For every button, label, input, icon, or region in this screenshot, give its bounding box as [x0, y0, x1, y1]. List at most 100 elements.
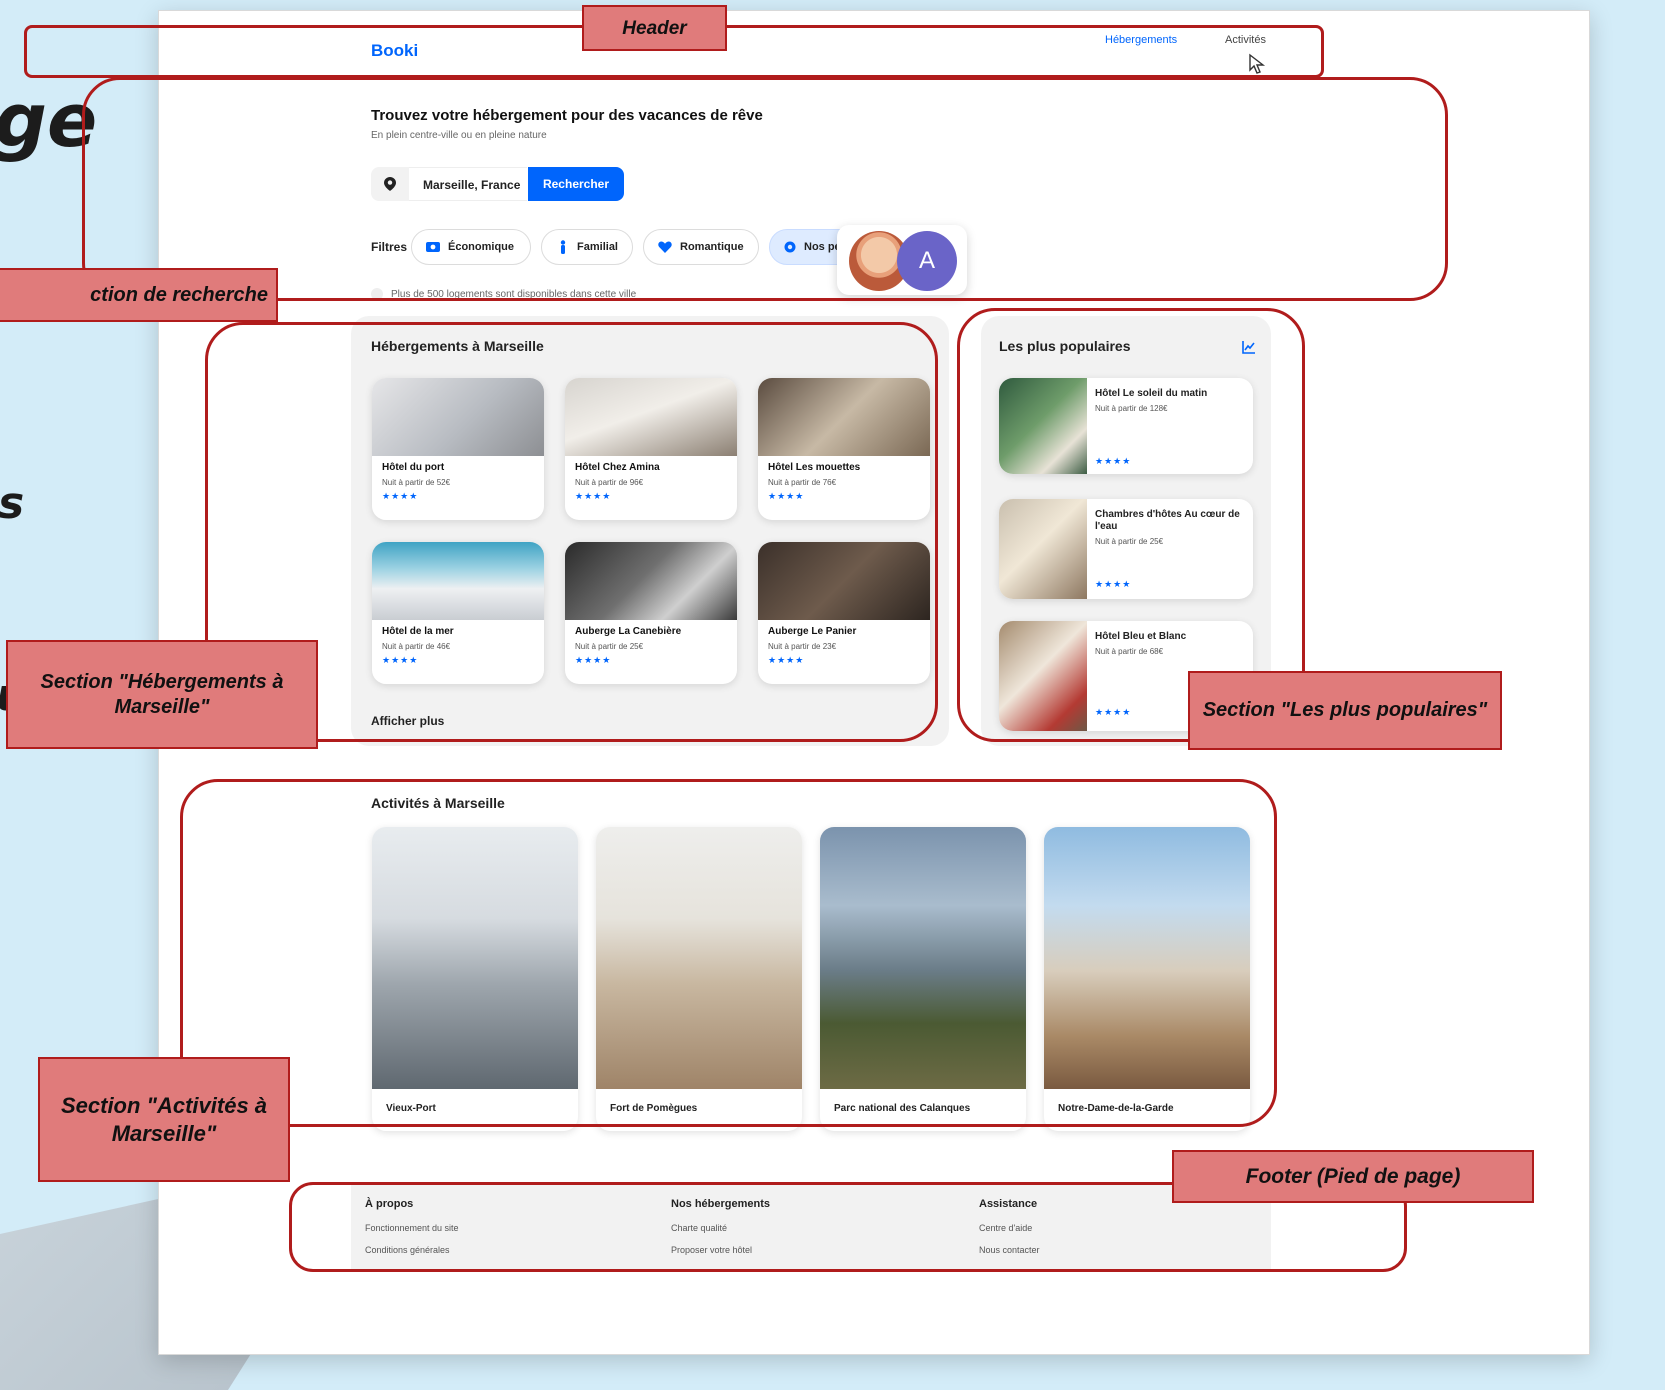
nav-link-activites[interactable]: Activités: [1225, 34, 1266, 46]
child-icon: [556, 240, 569, 254]
card-price: Nuit à partir de 25€: [1095, 537, 1164, 546]
hebergement-card[interactable]: Hôtel de la mer Nuit à partir de 46€ ★★★…: [372, 542, 544, 684]
availability-text: Plus de 500 logements sont disponibles d…: [391, 288, 637, 300]
filter-label: Romantique: [680, 241, 744, 253]
hotel-photo: [372, 542, 544, 620]
card-name: Hôtel du port: [382, 462, 445, 473]
footer-panel: [351, 1183, 1271, 1271]
activity-name: Vieux-Port: [386, 1103, 436, 1114]
hotel-photo: [758, 378, 930, 456]
hotel-photo: [758, 542, 930, 620]
footer-annotation: Footer (Pied de page): [1172, 1150, 1534, 1203]
search-subtitle: En plein centre-ville ou en pleine natur…: [371, 130, 547, 141]
footer-heading: Assistance: [979, 1198, 1038, 1210]
card-name: Chambres d'hôtes Au cœur de l'eau: [1095, 509, 1240, 532]
activity-photo: [1044, 827, 1250, 1089]
rating-stars: ★★★★: [1095, 456, 1132, 466]
card-price: Nuit à partir de 68€: [1095, 647, 1164, 656]
location-pin-icon: [384, 177, 396, 191]
card-name: Auberge La Canebière: [575, 626, 682, 637]
activity-photo: [596, 827, 802, 1089]
gem-icon: [784, 240, 796, 254]
rating-stars: ★★★★: [1095, 707, 1132, 717]
hotel-photo: [999, 378, 1087, 474]
activite-card[interactable]: Vieux-Port: [372, 827, 578, 1131]
slide-text-fragment: s: [0, 478, 25, 529]
activity-photo: [820, 827, 1026, 1089]
card-price: Nuit à partir de 76€: [768, 478, 837, 487]
populaires-title: Les plus populaires: [999, 338, 1131, 354]
rating-stars: ★★★★: [575, 491, 612, 501]
hotel-photo: [999, 621, 1087, 731]
hotel-photo: [565, 542, 737, 620]
card-name: Hôtel Le soleil du matin: [1095, 388, 1208, 399]
search-button[interactable]: Rechercher: [528, 167, 624, 201]
footer-link[interactable]: Nous contacter: [979, 1245, 1040, 1255]
populaire-card[interactable]: Chambres d'hôtes Au cœur de l'eau Nuit à…: [999, 499, 1253, 599]
filter-label: Familial: [577, 241, 618, 253]
slide-heading-fragment: ge: [0, 78, 98, 164]
location-input[interactable]: Marseille, France: [409, 167, 527, 201]
search-section-annotation: ction de recherche: [0, 268, 278, 322]
availability-info: Plus de 500 logements sont disponibles d…: [371, 288, 636, 300]
hebergement-card[interactable]: Auberge La Canebière Nuit à partir de 25…: [565, 542, 737, 684]
hebergement-card[interactable]: Hôtel Chez Amina Nuit à partir de 96€ ★★…: [565, 378, 737, 520]
location-pin-box: [371, 167, 409, 201]
hotel-photo: [565, 378, 737, 456]
filter-label: Économique: [448, 241, 515, 253]
rating-stars: ★★★★: [768, 655, 805, 665]
card-name: Hôtel Les mouettes: [768, 462, 861, 473]
hebergement-card[interactable]: Hôtel Les mouettes Nuit à partir de 76€ …: [758, 378, 930, 520]
activites-title: Activités à Marseille: [371, 795, 505, 811]
hotel-photo: [372, 378, 544, 456]
card-price: Nuit à partir de 96€: [575, 478, 644, 487]
hebergement-card[interactable]: Hôtel du port Nuit à partir de 52€ ★★★★: [372, 378, 544, 520]
site-logo[interactable]: Booki: [371, 41, 418, 61]
footer-heading: À propos: [365, 1198, 414, 1210]
filter-economique[interactable]: Économique: [411, 229, 531, 265]
activite-card[interactable]: Fort de Pomègues: [596, 827, 802, 1131]
card-price: Nuit à partir de 128€: [1095, 404, 1168, 413]
activites-annotation: Section "Activités à Marseille": [38, 1057, 290, 1182]
activity-photo: [372, 827, 578, 1089]
footer-link[interactable]: Centre d'aide: [979, 1223, 1032, 1233]
footer-link[interactable]: Fonctionnement du site: [365, 1223, 459, 1233]
hebergements-title: Hébergements à Marseille: [371, 338, 544, 354]
card-price: Nuit à partir de 23€: [768, 642, 837, 651]
footer-heading: Nos hébergements: [671, 1198, 771, 1210]
filters-label: Filtres: [371, 240, 408, 254]
rating-stars: ★★★★: [382, 491, 419, 501]
search-title: Trouvez votre hébergement pour des vacan…: [371, 107, 763, 124]
card-price: Nuit à partir de 52€: [382, 478, 451, 487]
header-annotation: Header: [582, 5, 727, 51]
populaire-card[interactable]: Hôtel Le soleil du matin Nuit à partir d…: [999, 378, 1253, 474]
filter-romantique[interactable]: Romantique: [643, 229, 759, 265]
card-price: Nuit à partir de 25€: [575, 642, 644, 651]
card-price: Nuit à partir de 46€: [382, 642, 451, 651]
money-icon: [426, 240, 440, 254]
show-more-link[interactable]: Afficher plus: [371, 714, 444, 728]
populaires-annotation: Section "Les plus populaires": [1188, 671, 1502, 750]
footer-link[interactable]: Proposer votre hôtel: [671, 1245, 752, 1255]
card-name: Auberge Le Panier: [768, 626, 857, 637]
hotel-photo: [999, 499, 1087, 599]
trending-chart-icon: [1242, 341, 1255, 354]
rating-stars: ★★★★: [1095, 579, 1132, 589]
mouse-cursor-icon: [1249, 53, 1266, 74]
activity-name: Fort de Pomègues: [610, 1103, 698, 1114]
footer-link[interactable]: Charte qualité: [671, 1223, 727, 1233]
activite-card[interactable]: Parc national des Calanques: [820, 827, 1026, 1131]
filter-familial[interactable]: Familial: [541, 229, 633, 265]
card-name: Hôtel Chez Amina: [575, 462, 660, 473]
activite-card[interactable]: Notre-Dame-de-la-Garde: [1044, 827, 1250, 1131]
heart-icon: [658, 240, 672, 254]
nav-link-hebergements[interactable]: Hébergements: [1105, 34, 1177, 46]
hebergements-annotation: Section "Hébergements à Marseille": [6, 640, 318, 749]
activity-name: Notre-Dame-de-la-Garde: [1058, 1103, 1174, 1114]
card-name: Hôtel de la mer: [382, 626, 454, 637]
hebergement-card[interactable]: Auberge Le Panier Nuit à partir de 23€ ★…: [758, 542, 930, 684]
footer-link[interactable]: Conditions générales: [365, 1245, 450, 1255]
card-name: Hôtel Bleu et Blanc: [1095, 631, 1187, 642]
rating-stars: ★★★★: [382, 655, 419, 665]
rating-stars: ★★★★: [575, 655, 612, 665]
